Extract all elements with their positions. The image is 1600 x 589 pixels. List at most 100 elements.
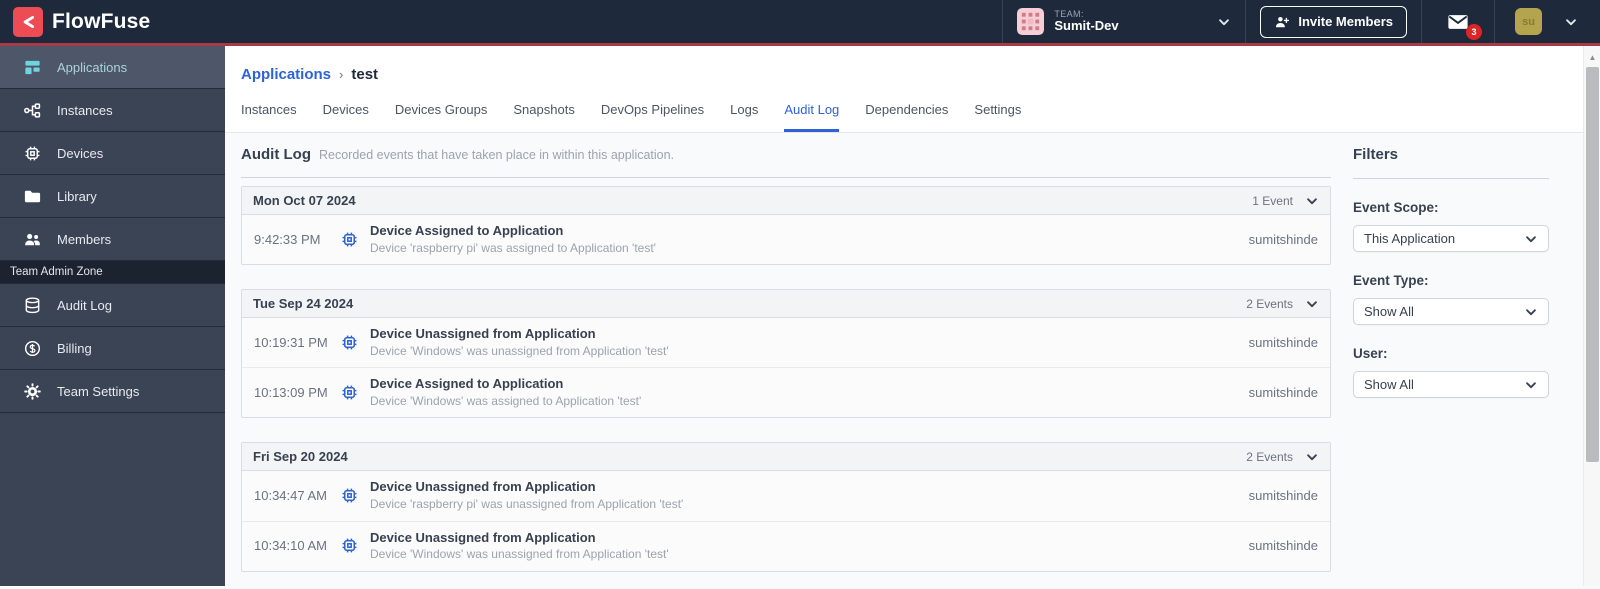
vertical-scrollbar[interactable]: ▲ (1583, 46, 1600, 586)
sidebar-item-label: Members (57, 231, 112, 247)
sidebar-item-billing[interactable]: Billing (0, 327, 225, 370)
event-description: Device 'Windows' was unassigned from App… (370, 343, 669, 358)
user-menu-chevron-icon[interactable] (1564, 15, 1578, 29)
sidebar-item-label: Team Settings (57, 383, 140, 399)
flowfuse-logo[interactable]: FlowFuse (0, 6, 151, 37)
event-description: Device 'raspberry pi' was unassigned fro… (370, 496, 684, 511)
tab-dependencies[interactable]: Dependencies (865, 102, 948, 132)
audit-log-panel: Audit Log Recorded events that have take… (241, 133, 1331, 589)
sidebar-item-label: Devices (57, 145, 104, 161)
audit-event-row: 10:13:09 PM Device Assigned to Applicati… (242, 368, 1330, 417)
sidebar-item-members[interactable]: Members (0, 218, 225, 261)
applications-icon (25, 60, 40, 74)
event-scope-value: This Application (1364, 231, 1456, 246)
user-avatar[interactable]: su (1515, 8, 1542, 35)
tab-devops-pipelines[interactable]: DevOps Pipelines (601, 102, 704, 132)
audit-group: Tue Sep 24 2024 2 Events 10:19:31 PM Dev… (241, 289, 1331, 419)
event-time: 10:19:31 PM (254, 334, 328, 350)
sidebar-item-instances[interactable]: Instances (0, 89, 225, 132)
team-name: Sumit-Dev (1054, 18, 1119, 34)
event-title: Device Unassigned from Application (370, 326, 596, 342)
audit-group-header[interactable]: Fri Sep 20 2024 2 Events (242, 443, 1330, 472)
gear-icon (24, 382, 41, 400)
scrollbar-thumb[interactable] (1586, 67, 1599, 462)
event-user: sumitshinde (1248, 334, 1318, 350)
sidebar-item-team-settings[interactable]: Team Settings (0, 370, 225, 413)
audit-group: Fri Sep 20 2024 2 Events 10:34:47 AM Dev… (241, 442, 1331, 572)
folder-icon (24, 190, 41, 202)
breadcrumb-current: test (351, 66, 379, 83)
event-type-value: Show All (1364, 304, 1414, 319)
event-description: Device 'Windows' was unassigned from App… (370, 547, 669, 562)
top-navigation-bar: FlowFuse TEAM: Sumit-Dev Invite Members … (0, 0, 1600, 46)
instances-icon (24, 102, 41, 118)
audit-log-title: Audit Log (241, 146, 311, 163)
chevron-down-icon[interactable] (1217, 15, 1231, 29)
notifications-button[interactable]: 3 (1436, 11, 1482, 40)
group-date: Tue Sep 24 2024 (253, 296, 354, 312)
sidebar: Applications Instances Devices Library M… (0, 46, 225, 586)
event-description: Device 'raspberry pi' was assigned to Ap… (370, 240, 656, 255)
event-type-select[interactable]: Show All (1353, 298, 1549, 325)
device-chip-icon (340, 383, 370, 402)
filter-event-type-label: Event Type: (1353, 273, 1429, 288)
audit-event-row: 9:42:33 PM Device Assigned to Applicatio… (242, 215, 1330, 264)
tab-bar: Instances Devices Devices Groups Snapsho… (241, 102, 1600, 132)
sidebar-item-label: Library (57, 188, 97, 204)
invite-members-button[interactable]: Invite Members (1260, 5, 1407, 38)
sidebar-item-audit-log[interactable]: Audit Log (0, 284, 225, 327)
tab-devices-groups[interactable]: Devices Groups (395, 102, 487, 132)
event-scope-select[interactable]: This Application (1353, 225, 1549, 252)
user-select[interactable]: Show All (1353, 371, 1549, 398)
event-user: sumitshinde (1248, 384, 1318, 400)
scroll-up-arrow-icon[interactable]: ▲ (1584, 46, 1600, 63)
chevron-down-icon[interactable] (1305, 450, 1319, 464)
event-time: 9:42:33 PM (254, 231, 321, 247)
sidebar-item-label: Billing (57, 340, 92, 356)
database-icon (25, 296, 40, 313)
audit-group-header[interactable]: Mon Oct 07 2024 1 Event (242, 187, 1330, 215)
sidebar-item-library[interactable]: Library (0, 175, 225, 218)
users-icon (25, 233, 40, 245)
notification-badge: 3 (1466, 23, 1482, 40)
tab-audit-log[interactable]: Audit Log (784, 102, 840, 132)
team-admin-zone-label: Team Admin Zone (0, 261, 225, 284)
event-title: Device Unassigned from Application (370, 479, 596, 495)
event-title: Device Unassigned from Application (370, 529, 596, 545)
tab-devices[interactable]: Devices (323, 102, 369, 132)
team-avatar (1017, 8, 1045, 35)
chevron-down-icon (1524, 305, 1538, 319)
audit-log-subtitle: Recorded events that have taken place in… (318, 148, 675, 162)
audit-group-header[interactable]: Tue Sep 24 2024 2 Events (242, 290, 1330, 319)
group-date: Mon Oct 07 2024 (253, 193, 356, 208)
tab-logs[interactable]: Logs (730, 102, 758, 132)
event-title: Device Assigned to Application (370, 376, 564, 392)
event-time: 10:34:10 AM (254, 538, 327, 554)
team-selector[interactable]: TEAM: Sumit-Dev (1002, 0, 1245, 43)
sidebar-item-devices[interactable]: Devices (0, 132, 225, 175)
chevron-down-icon[interactable] (1305, 297, 1319, 311)
chevron-down-icon[interactable] (1305, 194, 1319, 208)
sidebar-item-label: Instances (57, 102, 113, 118)
event-title: Device Assigned to Application (370, 223, 564, 238)
sidebar-item-label: Applications (57, 59, 128, 75)
audit-event-row: 10:34:10 AM Device Unassigned from Appli… (242, 522, 1330, 571)
filters-title: Filters (1353, 146, 1399, 163)
device-chip-icon (340, 230, 370, 249)
flowfuse-logo-icon (13, 6, 43, 37)
group-event-count: 2 Events (1246, 296, 1293, 311)
audit-event-row: 10:19:31 PM Device Unassigned from Appli… (242, 318, 1330, 369)
tab-settings[interactable]: Settings (974, 102, 1021, 132)
tab-instances[interactable]: Instances (241, 102, 297, 132)
app-title: FlowFuse (52, 9, 151, 33)
group-date: Fri Sep 20 2024 (253, 449, 348, 465)
breadcrumb-applications-link[interactable]: Applications (241, 66, 331, 83)
tab-snapshots[interactable]: Snapshots (513, 102, 574, 132)
event-user: sumitshinde (1248, 231, 1318, 247)
sidebar-item-applications[interactable]: Applications (0, 46, 225, 89)
page-header: Applications › test Instances Devices De… (225, 46, 1600, 133)
event-user: sumitshinde (1248, 538, 1318, 554)
breadcrumb-separator: › (339, 67, 344, 82)
event-time: 10:13:09 PM (254, 384, 328, 400)
filter-event-scope-label: Event Scope: (1353, 200, 1439, 215)
